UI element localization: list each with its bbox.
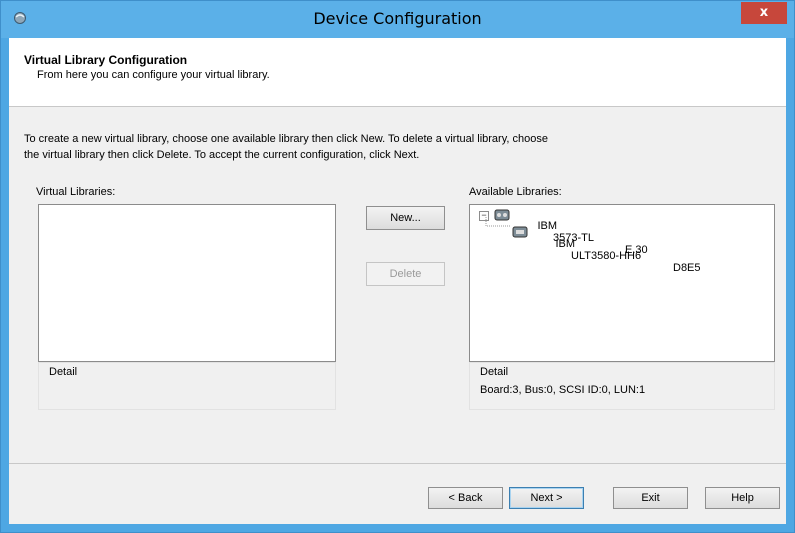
virtual-libraries-label: Virtual Libraries:: [36, 186, 116, 198]
available-libraries-tree[interactable]: − IBM 3573-TL E.30 IBM ULT3580-HH6 D8E5: [469, 204, 775, 362]
window-title: Device Configuration: [313, 9, 482, 28]
instructions-text: To create a new virtual library, choose …: [24, 131, 664, 163]
virtual-detail-label: Detail: [49, 366, 78, 378]
instructions-line-1: To create a new virtual library, choose …: [24, 133, 548, 145]
help-button[interactable]: Help: [705, 487, 780, 509]
available-detail-value: Board:3, Bus:0, SCSI ID:0, LUN:1: [480, 384, 646, 396]
back-button[interactable]: < Back: [428, 487, 503, 509]
tape-drive-icon: [512, 226, 528, 238]
drive-revision: D8E5: [673, 262, 701, 274]
close-button[interactable]: x: [741, 2, 787, 24]
drive-model: ULT3580-HH6: [571, 250, 642, 262]
drive-tree-item[interactable]: IBM ULT3580-HH6 D8E5: [531, 226, 700, 286]
instructions-line-2: the virtual library then click Delete. T…: [24, 149, 420, 161]
page-subtitle: From here you can configure your virtual…: [37, 69, 270, 81]
drive-vendor: IBM: [555, 238, 576, 250]
title-bar[interactable]: Device Configuration x: [1, 1, 794, 38]
new-button[interactable]: New...: [366, 206, 445, 230]
tree-connector-line: [485, 217, 510, 227]
exit-button[interactable]: Exit: [613, 487, 688, 509]
wizard-header: Virtual Library Configuration From here …: [9, 38, 786, 107]
available-library-detail-panel: Detail Board:3, Bus:0, SCSI ID:0, LUN:1: [469, 362, 775, 410]
device-configuration-window: Device Configuration x Virtual Library C…: [0, 0, 795, 533]
virtual-library-detail-panel: Detail: [38, 362, 336, 410]
virtual-libraries-list[interactable]: [38, 204, 336, 362]
next-button[interactable]: Next >: [509, 487, 584, 509]
dialog-client-area: Virtual Library Configuration From here …: [9, 38, 786, 524]
delete-button[interactable]: Delete: [366, 262, 445, 286]
available-detail-label: Detail: [480, 366, 509, 378]
page-title: Virtual Library Configuration: [24, 53, 188, 67]
available-libraries-label: Available Libraries:: [469, 186, 562, 198]
footer-divider: [9, 463, 786, 464]
